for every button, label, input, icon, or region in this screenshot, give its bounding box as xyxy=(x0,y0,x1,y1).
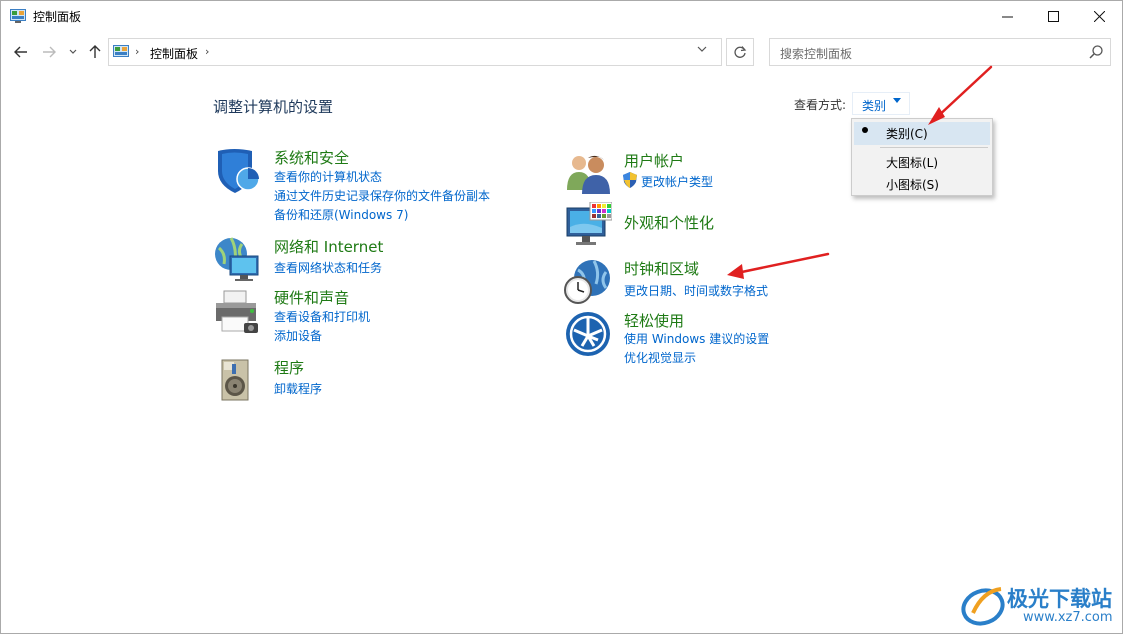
control-panel-window: 控制面板 › 控制面板 › 搜索控制面板 调整计算机的设置 查看方式: 类别 系… xyxy=(0,0,1123,634)
link-uninstall-program[interactable]: 卸载程序 xyxy=(274,380,322,397)
printer-icon[interactable] xyxy=(214,287,262,335)
link-backup-restore[interactable]: 备份和还原(Windows 7) xyxy=(274,206,408,223)
link-add-device[interactable]: 添加设备 xyxy=(274,327,322,344)
category-appearance: 外观和个性化 xyxy=(564,202,824,252)
selected-bullet-icon xyxy=(862,127,868,133)
minimize-icon xyxy=(1001,16,1013,18)
maximize-button[interactable] xyxy=(1030,1,1076,32)
back-button[interactable] xyxy=(11,42,31,62)
category-user-accounts: 用户帐户 更改帐户类型 xyxy=(564,150,824,194)
category-title-appearance[interactable]: 外观和个性化 xyxy=(624,212,714,233)
refresh-button[interactable] xyxy=(726,38,754,66)
link-view-computer-status[interactable]: 查看你的计算机状态 xyxy=(274,168,382,185)
breadcrumb-control-panel[interactable]: 控制面板 xyxy=(150,45,198,62)
refresh-icon xyxy=(734,46,747,58)
link-view-network-status[interactable]: 查看网络状态和任务 xyxy=(274,259,382,276)
watermark-url: www.xz7.com xyxy=(1023,610,1113,625)
view-by-value: 类别 xyxy=(862,99,887,113)
category-title-ease-of-access[interactable]: 轻松使用 xyxy=(624,310,684,331)
clock-globe-icon[interactable] xyxy=(564,258,612,306)
link-optimize-visual-display[interactable]: 优化视觉显示 xyxy=(624,349,696,366)
security-shield-icon[interactable] xyxy=(214,147,262,195)
link-change-date-time-format[interactable]: 更改日期、时间或数字格式 xyxy=(624,282,768,299)
close-button[interactable] xyxy=(1076,1,1122,32)
category-programs: 程序 卸载程序 xyxy=(214,356,544,404)
minimize-button[interactable] xyxy=(984,1,1030,32)
ease-of-access-icon[interactable] xyxy=(564,310,612,358)
category-network: 网络和 Internet 查看网络状态和任务 xyxy=(214,236,544,281)
view-by-dropdown[interactable]: 类别 xyxy=(852,92,910,115)
appearance-monitor-icon[interactable] xyxy=(564,202,612,250)
search-icon[interactable] xyxy=(1088,44,1104,60)
arrow-right-icon xyxy=(43,46,56,58)
network-globe-icon[interactable] xyxy=(214,236,262,284)
breadcrumb-separator-icon[interactable]: › xyxy=(135,45,139,58)
breadcrumb-separator-icon[interactable]: › xyxy=(205,45,209,58)
window-title: 控制面板 xyxy=(33,10,82,24)
watermark-text: 极光下载站 xyxy=(1007,587,1112,611)
watermark-logo-icon xyxy=(961,587,1005,626)
annotation-arrow-to-menu xyxy=(928,65,993,125)
search-placeholder: 搜索控制面板 xyxy=(780,47,853,61)
annotation-arrows xyxy=(727,65,993,279)
chevron-down-icon xyxy=(69,49,77,54)
chevron-down-icon[interactable] xyxy=(697,45,707,53)
title-bar[interactable]: 控制面板 xyxy=(1,1,1122,32)
search-input[interactable]: 搜索控制面板 xyxy=(769,38,1111,66)
category-ease-of-access: 轻松使用 使用 Windows 建议的设置 优化视觉显示 xyxy=(564,310,824,368)
link-windows-recommended-settings[interactable]: 使用 Windows 建议的设置 xyxy=(624,330,769,347)
category-system-security: 系统和安全 查看你的计算机状态 通过文件历史记录保存你的文件备份副本 备份和还原… xyxy=(214,147,544,227)
menu-item-small-icons[interactable]: 小图标(S) xyxy=(886,176,939,193)
menu-item-category[interactable]: 类别(C) xyxy=(886,125,928,142)
link-change-account-type[interactable]: 更改帐户类型 xyxy=(641,173,713,190)
forward-button[interactable] xyxy=(39,42,59,62)
view-by-label: 查看方式: xyxy=(794,98,847,112)
category-title-network[interactable]: 网络和 Internet xyxy=(274,236,383,257)
link-view-devices-printers[interactable]: 查看设备和打印机 xyxy=(274,308,370,325)
uac-shield-icon xyxy=(623,172,637,188)
recent-locations-button[interactable] xyxy=(63,42,83,62)
maximize-icon xyxy=(1047,11,1059,22)
close-icon xyxy=(1093,11,1105,22)
watermark: 极光下载站 www.xz7.com xyxy=(961,581,1121,631)
arrow-up-icon xyxy=(89,45,101,58)
menu-item-large-icons[interactable]: 大图标(L) xyxy=(886,154,938,171)
category-title-system-security[interactable]: 系统和安全 xyxy=(274,147,349,168)
address-bar[interactable]: › 控制面板 › xyxy=(108,38,722,66)
user-accounts-icon[interactable] xyxy=(564,150,612,198)
category-title-user-accounts[interactable]: 用户帐户 xyxy=(624,150,684,171)
menu-separator xyxy=(880,147,988,148)
caret-down-icon xyxy=(893,98,901,103)
control-panel-icon xyxy=(10,9,26,23)
up-button[interactable] xyxy=(85,42,105,62)
link-file-history[interactable]: 通过文件历史记录保存你的文件备份副本 xyxy=(274,187,490,204)
arrow-left-icon xyxy=(14,46,27,58)
category-title-hardware-sound[interactable]: 硬件和声音 xyxy=(274,287,349,308)
category-hardware-sound: 硬件和声音 查看设备和打印机 添加设备 xyxy=(214,287,544,345)
category-clock-region: 时钟和区域 更改日期、时间或数字格式 xyxy=(564,258,824,304)
category-title-programs[interactable]: 程序 xyxy=(274,357,304,378)
control-panel-icon xyxy=(113,45,129,57)
category-title-clock-region[interactable]: 时钟和区域 xyxy=(624,258,699,279)
view-by-menu: 类别(C) 大图标(L) 小图标(S) xyxy=(851,118,993,196)
programs-box-icon[interactable] xyxy=(214,356,262,404)
page-title: 调整计算机的设置 xyxy=(213,98,334,116)
